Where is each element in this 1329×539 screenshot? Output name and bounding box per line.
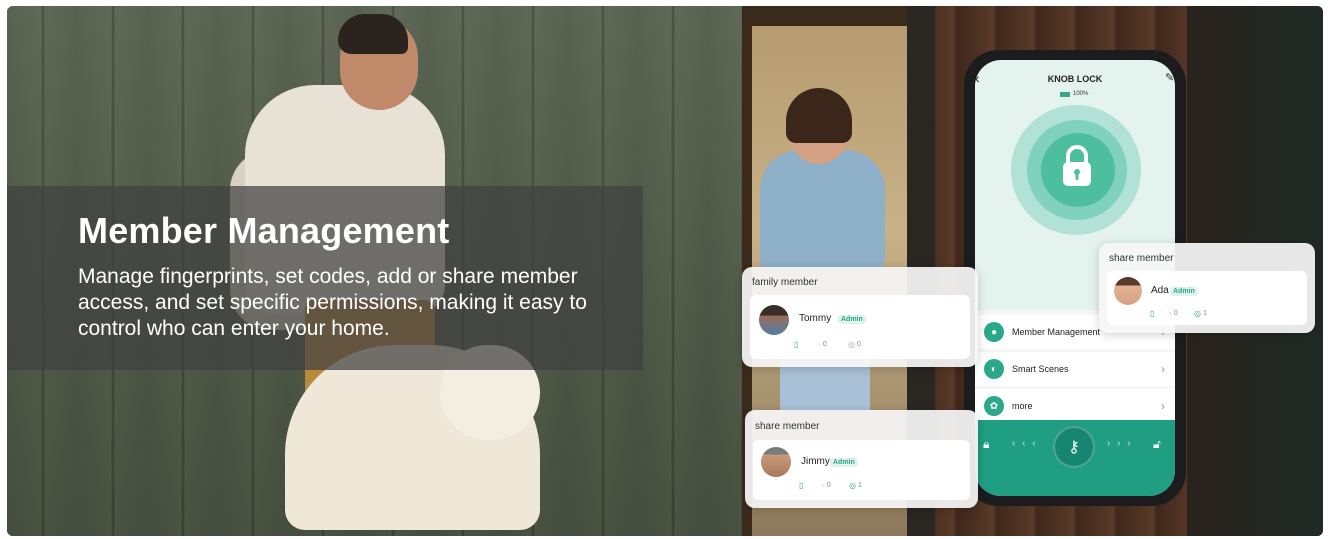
menu-label: Smart Scenes xyxy=(1012,364,1069,374)
card-stat: ◦ 0 xyxy=(1169,309,1178,318)
battery-status: 100% xyxy=(1060,91,1088,97)
admin-badge: Admin xyxy=(1170,287,1198,296)
admin-badge: Admin xyxy=(838,315,866,324)
admin-badge: Admin xyxy=(830,458,858,467)
phone-icon: ▯ xyxy=(794,340,799,349)
menu-item-smart-scenes[interactable]: ◐ Smart Scenes › xyxy=(975,352,1175,386)
family-member-card: family member Tommy Admin ▯ ◦ 0 ◎ 0 xyxy=(742,267,978,367)
member-name: Tommy xyxy=(799,313,832,324)
chevron-right-icon: › xyxy=(1161,399,1165,413)
unlock-icon[interactable]: 🔓︎ xyxy=(1153,437,1161,452)
avatar xyxy=(761,447,791,477)
chevron-right-icon: › xyxy=(1161,362,1165,376)
card-stat: ◦ 0 xyxy=(818,340,827,349)
phone-icon: ▯ xyxy=(799,481,804,490)
card-icon: ◦ xyxy=(822,481,825,490)
slide-right-arrows: › › › xyxy=(1107,438,1133,449)
member-name: Jimmy xyxy=(801,456,830,467)
menu-item-more[interactable]: ✿ more › xyxy=(975,389,1175,423)
fingerprint-stat: ◎ 1 xyxy=(849,481,862,490)
share-member-card-bottom: share member Jimmy Admin ▯ ◦ 0 ◎ 1 xyxy=(745,410,978,508)
menu-label: more xyxy=(1012,401,1033,411)
member-name: Ada xyxy=(1151,285,1169,296)
fingerprint-stat: ◎ 0 xyxy=(848,340,861,349)
key-icon[interactable]: ⚷ xyxy=(1053,426,1095,468)
woman-image xyxy=(760,150,885,270)
card-title: share member xyxy=(755,421,820,432)
fingerprint-icon: ◎ xyxy=(849,481,856,490)
card-icon: ◦ xyxy=(1169,309,1172,318)
card-title: family member xyxy=(752,277,818,288)
gear-icon: ✿ xyxy=(984,396,1004,416)
fingerprint-icon: ◎ xyxy=(1194,309,1201,318)
fingerprint-icon: ◎ xyxy=(848,340,855,349)
battery-level: 100% xyxy=(1073,91,1089,97)
phone-stat: ▯ xyxy=(794,340,798,349)
card-icon: ◦ xyxy=(818,340,821,349)
lock-icon[interactable]: 🔒︎ xyxy=(983,437,989,452)
hero-title: Member Management xyxy=(78,210,450,251)
share-member-card-top: share member Ada Admin ▯ ◦ 0 ◎ 1 xyxy=(1099,243,1315,333)
phone-stat: ▯ xyxy=(799,481,803,490)
person-icon: ● xyxy=(984,322,1004,342)
avatar xyxy=(759,305,789,335)
toggle-icon: ◐ xyxy=(984,359,1004,379)
lock-name: KNOB LOCK xyxy=(1047,74,1103,84)
battery-icon xyxy=(1060,91,1070,97)
card-title: share member xyxy=(1109,253,1174,264)
padlock-icon[interactable] xyxy=(1059,144,1095,188)
phone-icon: ▯ xyxy=(1150,309,1155,318)
fingerprint-stat: ◎ 1 xyxy=(1194,309,1207,318)
avatar xyxy=(1114,277,1142,305)
card-stat: ◦ 0 xyxy=(822,481,831,490)
slide-left-arrows: ‹ ‹ ‹ xyxy=(1012,438,1038,449)
unlock-slider-bar: 🔒︎ ‹ ‹ ‹ ⚷ › › › 🔓︎ xyxy=(975,420,1175,496)
hero-description: Manage fingerprints, set codes, add or s… xyxy=(78,265,587,340)
phone-stat: ▯ xyxy=(1150,309,1154,318)
